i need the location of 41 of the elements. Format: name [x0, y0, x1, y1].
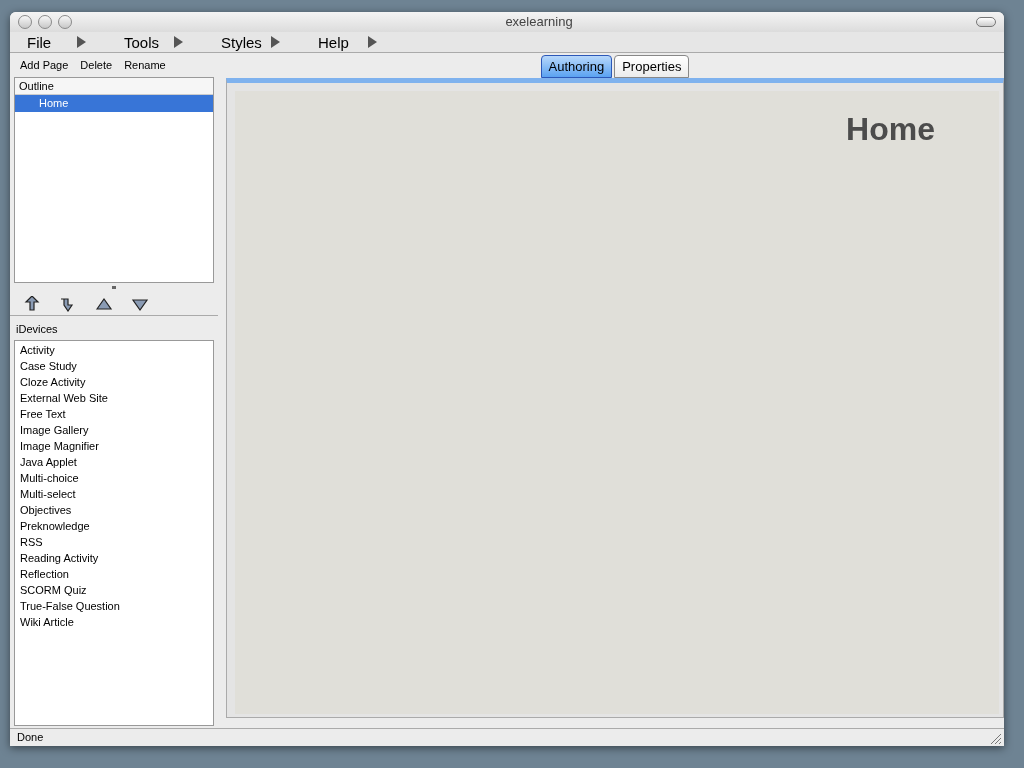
idevice-item[interactable]: Reading Activity — [15, 549, 213, 566]
zoom-button[interactable] — [58, 15, 72, 29]
toolbar-button[interactable]: Rename — [120, 56, 170, 74]
tab[interactable]: Authoring — [540, 55, 613, 78]
submenu-arrow-icon — [173, 36, 183, 48]
submenu-arrow-icon — [367, 36, 377, 48]
menu-item[interactable]: Styles — [221, 34, 270, 50]
menu-item[interactable]: File — [27, 34, 76, 50]
idevice-item[interactable]: Wiki Article — [15, 613, 213, 630]
submenu-arrow-icon — [270, 36, 280, 48]
window-title: exelearning — [505, 13, 573, 32]
idevice-item[interactable]: Preknowledge — [15, 517, 213, 534]
idevice-item[interactable]: Case Study — [15, 357, 213, 374]
outline-header: Outline — [15, 78, 213, 95]
idevices-header: iDevices — [15, 322, 59, 337]
menu-item[interactable]: Tools — [124, 34, 173, 50]
idevice-item[interactable]: Multi-choice — [15, 469, 213, 486]
tab[interactable]: Properties — [614, 55, 690, 78]
minimize-button[interactable] — [38, 15, 52, 29]
close-button[interactable] — [18, 15, 32, 29]
menu-item[interactable]: Help — [318, 34, 367, 50]
toolbar-button[interactable]: Delete — [76, 56, 117, 74]
submenu-arrow-icon — [76, 36, 86, 48]
idevice-item[interactable]: Image Gallery — [15, 421, 213, 438]
idevice-item[interactable]: Cloze Activity — [15, 373, 213, 390]
idevice-item[interactable]: RSS — [15, 533, 213, 550]
idevice-item[interactable]: External Web Site — [15, 389, 213, 406]
tree-item[interactable]: Home — [15, 95, 213, 112]
idevice-item[interactable]: Reflection — [15, 565, 213, 582]
page-heading: Home — [846, 113, 935, 145]
toolbar-toggle-button[interactable] — [976, 17, 996, 27]
status-text: Done — [17, 730, 44, 746]
idevice-item[interactable]: Java Applet — [15, 453, 213, 470]
idevice-item[interactable]: Image Magnifier — [15, 437, 213, 454]
idevice-item[interactable]: Objectives — [15, 501, 213, 518]
idevice-item[interactable]: Multi-select — [15, 485, 213, 502]
toolbar-button[interactable]: Add Page — [16, 56, 73, 74]
idevice-item[interactable]: True-False Question — [15, 597, 213, 614]
idevice-item[interactable]: SCORM Quiz — [15, 581, 213, 598]
idevice-item[interactable]: Activity — [15, 341, 213, 358]
idevice-item[interactable]: Free Text — [15, 405, 213, 422]
